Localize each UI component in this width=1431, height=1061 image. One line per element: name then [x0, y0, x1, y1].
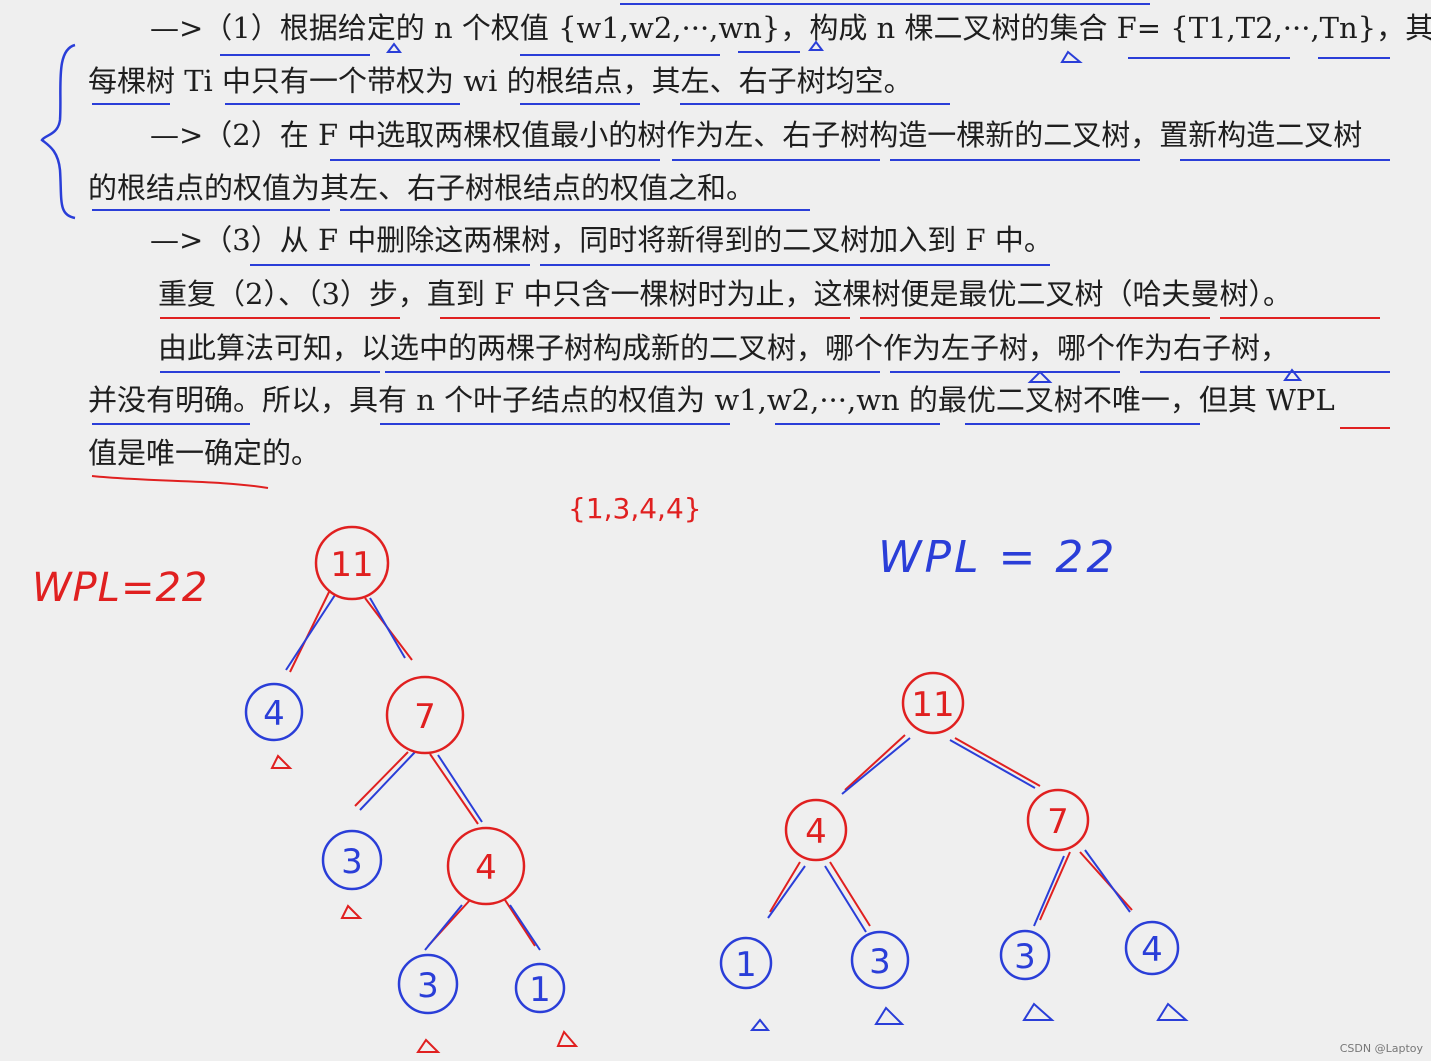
tree-node: 3: [321, 829, 383, 891]
text-line: 并没有明确。所以，具有 n 个叶子结点的权值为 w1,w2,···,wn 的最优…: [88, 383, 1335, 417]
tree-node: 3: [397, 953, 459, 1015]
text-line: —>（3）从 F 中删除这两棵树，同时将新得到的二叉树加入到 F 中。: [150, 223, 1053, 257]
tree-node: 7: [385, 675, 465, 755]
textbook-page: 11 4 7 3 4 3 1 11 4 7 1 3 3 4 —>（1）根据给定的…: [0, 0, 1431, 1061]
svg-text:3: 3: [341, 842, 363, 882]
tree-node: 4: [784, 798, 848, 862]
text-line: 值是唯一确定的。: [88, 436, 321, 470]
svg-text:1: 1: [735, 945, 757, 985]
tree-node: 4: [244, 682, 304, 742]
tree-node: 7: [1026, 788, 1090, 852]
text-line: —>（1）根据给定的 n 个权值 {w1,w2,···,wn}，构成 n 棵二叉…: [150, 11, 1431, 45]
tree-node: 11: [901, 671, 965, 735]
watermark: CSDN @Laptoy: [1339, 1042, 1423, 1055]
text-line: 重复（2）、（3）步，直到 F 中只含一棵树时为止，这棵树便是最优二叉树（哈夫曼…: [158, 277, 1292, 311]
tree-node: 1: [719, 936, 773, 990]
svg-text:11: 11: [330, 545, 373, 585]
svg-text:3: 3: [1014, 937, 1036, 977]
svg-text:7: 7: [1047, 802, 1069, 842]
tree-left: 11 4 7 3 4 3 1: [244, 525, 579, 1053]
tree-right: 11 4 7 1 3 3 4: [719, 671, 1189, 1031]
svg-text:3: 3: [417, 966, 439, 1006]
svg-text:1: 1: [529, 970, 551, 1010]
tree-node: 3: [999, 929, 1051, 981]
svg-text:4: 4: [475, 848, 497, 888]
text-line: 由此算法可知，以选中的两棵子树构成新的二叉树，哪个作为左子树，哪个作为右子树，: [158, 331, 1290, 365]
text-line: 每棵树 Ti 中只有一个带权为 wi 的根结点，其左、右子树均空。: [88, 64, 913, 98]
svg-text:11: 11: [911, 685, 954, 725]
text-line: 的根结点的权值为其左、右子树根结点的权值之和。: [88, 171, 756, 205]
tree-node: 11: [314, 525, 390, 601]
wpl-right-label: WPL = 22: [878, 532, 1118, 583]
text-line: —>（2）在 F 中选取两棵权值最小的树作为左、右子树构造一棵新的二叉树，置新构…: [150, 118, 1363, 152]
tree-node: 4: [446, 826, 526, 906]
weight-set-label: {1,3,4,4}: [568, 492, 702, 525]
tree-node: 1: [514, 962, 566, 1014]
brace-mark: [40, 43, 76, 220]
svg-text:7: 7: [414, 697, 436, 737]
wpl-left-label: WPL=22: [32, 565, 209, 611]
tree-node: 3: [850, 930, 910, 990]
svg-text:4: 4: [1141, 930, 1163, 970]
svg-text:4: 4: [805, 812, 827, 852]
tree-node: 4: [1124, 920, 1180, 976]
svg-text:4: 4: [263, 694, 285, 734]
annotation-layer: 11 4 7 3 4 3 1 11 4 7 1 3 3 4: [40, 3, 1390, 1053]
svg-text:3: 3: [869, 942, 891, 982]
